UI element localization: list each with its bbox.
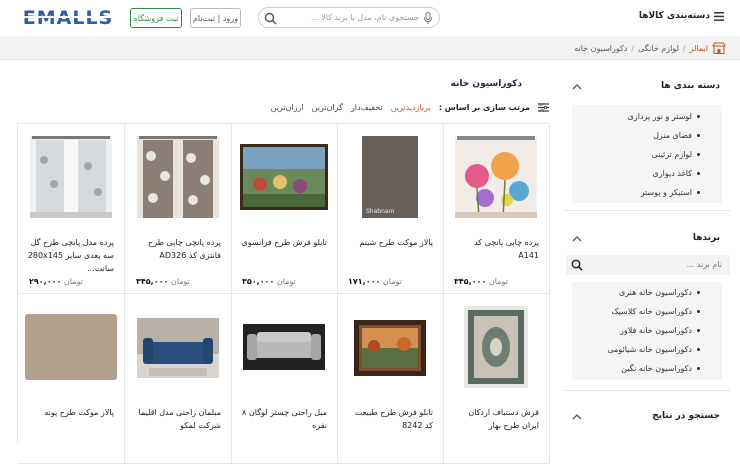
product-card[interactable]: پرده پانچی چاپی طرح فانتزی کد AD326 توما… — [125, 124, 232, 294]
breadcrumb: ایمالز / لوازم خانگی / دکوراسیون خانه — [0, 36, 740, 60]
chevron-up-icon[interactable] — [572, 83, 582, 91]
breadcrumb-item-current: دکوراسیون خانه — [574, 43, 628, 53]
categories-menu-label: دسته‌بندی کالاها — [638, 11, 710, 21]
brand-item[interactable]: دکوراسیون خانه کلاسیک — [572, 302, 722, 321]
product-image[interactable] — [243, 324, 325, 370]
login-button[interactable]: ورود | ثبت‌نام — [190, 8, 241, 28]
product-name[interactable]: مبلمان راحتی مدل اقلیما شرکت لمکو — [133, 406, 222, 432]
site-header: EMALLS ثبت فروشگاه ورود | ثبت‌نام جستجوی… — [0, 0, 740, 36]
product-image[interactable]: Shabnam — [362, 136, 418, 218]
brand-item[interactable]: دکوراسیون خانه شیائومی — [572, 340, 722, 359]
sort-option-most-viewed[interactable]: پربازدیدترین — [391, 103, 431, 112]
product-image[interactable] — [137, 318, 219, 378]
category-item[interactable]: لوازم تزئینی — [572, 145, 722, 164]
emalls-logo[interactable]: EMALLS — [17, 7, 119, 28]
search-input[interactable]: جستجوی نام، مدل یا برند کالا ... — [311, 13, 419, 22]
store-icon[interactable] — [712, 42, 726, 54]
category-item[interactable]: فضای منزل — [572, 126, 722, 145]
breadcrumb-separator: / — [682, 43, 686, 53]
search-bar[interactable]: جستجوی نام، مدل یا برند کالا ... — [258, 7, 440, 28]
product-name[interactable]: مبل راحتی چستر لوگان ۸ نفره — [239, 406, 327, 432]
product-grid: پرده چاپی پانچی کد A141 تومان ۳۴۵,۰۰۰ Sh… — [17, 123, 550, 464]
category-item[interactable]: استیکر و پوستر — [572, 183, 722, 202]
categories-filter-title[interactable]: دسته بندی ها — [661, 81, 720, 91]
sort-option-cheapest[interactable]: ارزان‌ترین — [271, 103, 304, 112]
sort-option-most-expensive[interactable]: گران‌ترین — [312, 103, 343, 112]
product-name[interactable]: پرده مدل پانچی طرح گل سه بعدی سایز 280x1… — [26, 236, 114, 275]
product-name[interactable]: فرش دستباف اردکان ایران طرح بهار — [451, 406, 539, 432]
sort-bar: مرتب سازی بر اساس : پربازدیدترین تخفیف‌د… — [271, 103, 549, 112]
product-image[interactable] — [30, 136, 112, 218]
brand-search-placeholder: نام برند ... — [686, 260, 722, 269]
product-card[interactable]: تابلو فرش طرح فرانسوی تومان ۳۵۰,۰۰۰ — [231, 124, 338, 294]
register-store-button[interactable]: ثبت فروشگاه — [130, 8, 182, 28]
svg-text:Shabnam: Shabnam — [366, 208, 395, 215]
page-title: دکوراسیون خانه — [450, 79, 522, 89]
product-card[interactable]: مبل راحتی چستر لوگان ۸ نفره — [231, 294, 338, 464]
product-name[interactable]: پالاز موکت طرح پونه — [26, 406, 114, 419]
category-list: لوستر و نور پردازی فضای منزل لوازم تزئین… — [572, 105, 722, 203]
brand-item[interactable]: دکوراسیون خانه فلاور — [572, 321, 722, 340]
product-name[interactable]: تابلو فرش طرح فرانسوی — [239, 236, 327, 249]
product-card[interactable]: Shabnam پالاز موکت طرح شبنم تومان ۱۷۱,۰۰… — [337, 124, 444, 294]
chevron-up-icon[interactable] — [572, 235, 582, 243]
product-image[interactable] — [354, 320, 426, 376]
product-price: تومان ۲۹۰,۰۰۰ — [29, 277, 83, 286]
product-card[interactable]: فرش دستباف اردکان ایران طرح بهار — [443, 294, 550, 464]
microphone-icon[interactable] — [423, 12, 433, 25]
sort-label: مرتب سازی بر اساس : — [438, 103, 530, 112]
product-image[interactable] — [455, 136, 537, 218]
search-icon[interactable] — [264, 12, 277, 25]
product-card[interactable]: پرده مدل پانچی طرح گل سه بعدی سایز 280x1… — [18, 124, 125, 294]
category-item[interactable]: لوستر و نور پردازی — [572, 107, 722, 126]
brands-filter-title[interactable]: برندها — [693, 233, 720, 243]
product-name[interactable]: پرده چاپی پانچی کد A141 — [451, 236, 539, 262]
product-card[interactable]: پالاز موکت طرح پونه — [18, 294, 125, 464]
chevron-up-icon[interactable] — [572, 413, 582, 421]
breadcrumb-item-home-appliances[interactable]: لوازم خانگی — [638, 44, 679, 53]
divider — [564, 210, 730, 211]
product-price: تومان ۳۴۵,۰۰۰ — [136, 277, 190, 286]
product-card[interactable]: مبلمان راحتی مدل اقلیما شرکت لمکو — [125, 294, 232, 464]
category-item[interactable]: کاغذ دیواری — [572, 164, 722, 183]
product-name[interactable]: تابلو فرش طرح طبیعت کد 8242 — [345, 406, 433, 432]
product-name[interactable]: پالاز موکت طرح شبنم — [345, 236, 433, 249]
breadcrumb-separator: / — [631, 43, 635, 53]
product-image[interactable] — [240, 144, 328, 210]
product-image[interactable] — [137, 136, 219, 218]
sort-icon — [538, 103, 549, 112]
product-name[interactable]: پرده پانچی چاپی طرح فانتزی کد AD326 — [133, 236, 221, 262]
brand-search-input[interactable]: نام برند ... — [566, 255, 730, 275]
brand-list: دکوراسیون خانه هنری دکوراسیون خانه کلاسی… — [572, 282, 722, 380]
product-price: تومان ۳۴۵,۰۰۰ — [454, 277, 508, 286]
product-price: تومان ۳۵۰,۰۰۰ — [242, 277, 296, 286]
product-card[interactable]: تابلو فرش طرح طبیعت کد 8242 — [337, 294, 444, 464]
sort-option-discounted[interactable]: تخفیف‌دار — [351, 103, 383, 112]
categories-menu[interactable]: دسته‌بندی کالاها — [639, 11, 724, 21]
brand-item[interactable]: دکوراسیون خانه نگین — [572, 359, 722, 378]
product-image[interactable] — [25, 314, 117, 380]
product-price: تومان ۱۷۱,۰۰۰ — [348, 277, 402, 286]
product-card[interactable]: پرده چاپی پانچی کد A141 تومان ۳۴۵,۰۰۰ — [443, 124, 550, 294]
product-image[interactable] — [464, 306, 528, 388]
search-in-results-title[interactable]: جستجو در نتایج — [652, 411, 720, 421]
brand-item[interactable]: دکوراسیون خانه هنری — [572, 283, 722, 302]
search-icon[interactable] — [571, 259, 583, 271]
hamburger-menu-icon — [714, 11, 724, 21]
breadcrumb-home-link[interactable]: ایمالز — [690, 44, 708, 53]
divider — [564, 390, 730, 391]
